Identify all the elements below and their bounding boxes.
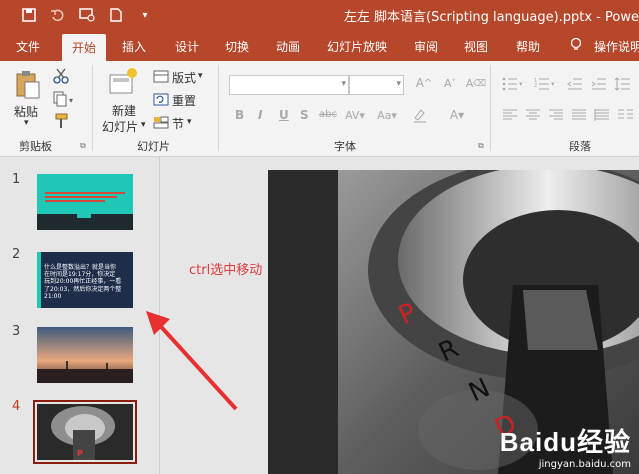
decrease-indent-icon[interactable] xyxy=(566,75,584,93)
align-right-icon[interactable] xyxy=(547,106,565,124)
columns-icon[interactable] xyxy=(616,106,636,124)
clear-format-icon[interactable]: A ⌫ xyxy=(466,73,486,93)
bold-button[interactable]: B xyxy=(235,108,244,122)
new-file-icon[interactable] xyxy=(107,6,125,24)
align-center-icon[interactable] xyxy=(524,106,542,124)
slide-number-1: 1 xyxy=(12,172,21,187)
font-launcher-icon[interactable]: ⧉ xyxy=(478,141,484,151)
svg-text:2: 2 xyxy=(534,83,537,89)
shadow-button[interactable]: S xyxy=(300,108,309,122)
section-dropdown-icon[interactable]: ▾ xyxy=(187,117,192,127)
tab-tell-me[interactable]: 操作说明 xyxy=(594,38,639,55)
font-group-label: 字体 xyxy=(334,140,356,153)
tab-transitions[interactable]: 切换 xyxy=(225,38,249,55)
slide-thumbnail-4-selected[interactable]: P xyxy=(33,400,137,464)
tab-animations[interactable]: 动画 xyxy=(276,38,300,55)
tab-view[interactable]: 视图 xyxy=(464,38,488,55)
slides-group-label: 幻灯片 xyxy=(137,140,170,153)
font-size-combo[interactable]: ▾ xyxy=(349,75,404,95)
font-color-icon[interactable]: A▾ xyxy=(444,106,470,124)
watermark: Baidu经验 jingyan.baidu.com xyxy=(500,422,631,470)
format-painter-icon[interactable] xyxy=(52,112,70,130)
new-slide-icon[interactable] xyxy=(108,67,138,99)
tab-design[interactable]: 设计 xyxy=(175,38,199,55)
clipboard-group-label: 剪贴板 xyxy=(19,140,52,153)
justify-icon[interactable] xyxy=(570,106,588,124)
lightbulb-icon[interactable] xyxy=(570,37,582,55)
decrease-font-icon[interactable]: Aˇ xyxy=(440,73,460,93)
tab-file[interactable]: 文件 xyxy=(16,38,40,55)
present-icon[interactable] xyxy=(78,6,96,24)
tab-help[interactable]: 帮助 xyxy=(516,38,540,55)
watermark-brand: Baidu经验 xyxy=(499,427,631,457)
tab-home[interactable]: 开始 xyxy=(62,34,107,61)
svg-text:P: P xyxy=(77,449,83,458)
save-icon[interactable] xyxy=(20,6,38,24)
layout-dropdown-icon[interactable]: ▾ xyxy=(198,71,203,81)
slide-number-4: 4 xyxy=(12,399,21,414)
new-slide-label-2[interactable]: 幻灯片 xyxy=(102,118,138,135)
svg-text:▾: ▾ xyxy=(551,80,555,88)
annotation-arrow-icon xyxy=(146,311,238,411)
watermark-url: jingyan.baidu.com xyxy=(538,459,631,470)
layout-icon[interactable] xyxy=(152,69,170,83)
new-slide-label-1[interactable]: 新建 xyxy=(112,102,136,119)
increase-font-icon[interactable]: A ^ xyxy=(414,73,434,93)
ribbon: 粘贴 ▾ ▾ 剪贴板 ⧉ 新建 幻灯片 ▾ 版式 ▾ 重置 节 ▾ 幻灯片 ▾ … xyxy=(0,61,639,157)
slide-2-text: 什么是整数溢出？就是当你 在时间是19:17分，你决定 玩到20:00再忙正经事… xyxy=(44,264,122,300)
title-bar: ▾ 左左 脚本语言(Scripting language).pptx - Pow… xyxy=(0,0,639,31)
align-left-icon[interactable] xyxy=(501,106,519,124)
separator xyxy=(218,65,219,151)
distribute-icon[interactable] xyxy=(593,106,611,124)
separator xyxy=(490,65,491,151)
tab-insert[interactable]: 插入 xyxy=(122,38,146,55)
ribbon-tabs: 文件 开始 插入 设计 切换 动画 幻灯片放映 审阅 视图 帮助 操作说明 xyxy=(0,31,639,61)
slide-number-2: 2 xyxy=(12,247,21,262)
font-family-combo[interactable]: ▾ xyxy=(229,75,349,95)
char-spacing-icon[interactable]: AV▾ xyxy=(342,106,368,124)
italic-button[interactable]: I xyxy=(258,108,262,122)
section-icon[interactable] xyxy=(152,115,170,129)
strikethrough-button[interactable]: abc xyxy=(319,109,337,120)
reset-label[interactable]: 重置 xyxy=(172,92,196,109)
bullets-icon[interactable]: ▾ xyxy=(501,75,525,93)
new-slide-dropdown-icon[interactable]: ▾ xyxy=(141,120,146,130)
undo-icon[interactable] xyxy=(48,6,66,24)
thumb-accent-bar xyxy=(37,252,41,308)
numbering-icon[interactable]: 1 2 ▾ xyxy=(533,75,557,93)
svg-text:▾: ▾ xyxy=(519,80,523,88)
section-label[interactable]: 节 xyxy=(172,115,184,132)
paragraph-group-label: 段落 xyxy=(569,140,591,153)
window-title: 左左 脚本语言(Scripting language).pptx - Powe xyxy=(343,10,639,25)
underline-button[interactable]: U xyxy=(279,108,289,122)
increase-indent-icon[interactable] xyxy=(590,75,608,93)
slide-thumbnail-3[interactable] xyxy=(37,327,133,383)
slide-thumbnail-1[interactable] xyxy=(37,174,133,230)
annotation-text: ctrl选中移动 xyxy=(189,263,263,278)
line-spacing-icon[interactable] xyxy=(614,75,632,93)
paste-icon[interactable] xyxy=(14,69,42,101)
slide-number-3: 3 xyxy=(12,324,21,339)
reset-icon[interactable] xyxy=(152,92,170,106)
svg-text:▾: ▾ xyxy=(69,96,73,105)
slide-thumbnail-2[interactable]: 什么是整数溢出？就是当你 在时间是19:17分，你决定 玩到20:00再忙正经事… xyxy=(37,252,133,308)
clipboard-launcher-icon[interactable]: ⧉ xyxy=(80,141,86,151)
customize-icon[interactable]: ▾ xyxy=(136,6,154,24)
tab-slideshow[interactable]: 幻灯片放映 xyxy=(327,38,387,55)
change-case-icon[interactable]: Aa▾ xyxy=(374,106,400,124)
separator xyxy=(92,65,93,151)
copy-icon[interactable]: ▾ xyxy=(52,90,78,108)
paste-dropdown-icon[interactable]: ▾ xyxy=(24,118,29,128)
tab-review[interactable]: 审阅 xyxy=(414,38,438,55)
cut-icon[interactable] xyxy=(52,67,70,85)
highlight-icon[interactable] xyxy=(410,106,436,124)
layout-label[interactable]: 版式 xyxy=(172,69,196,86)
